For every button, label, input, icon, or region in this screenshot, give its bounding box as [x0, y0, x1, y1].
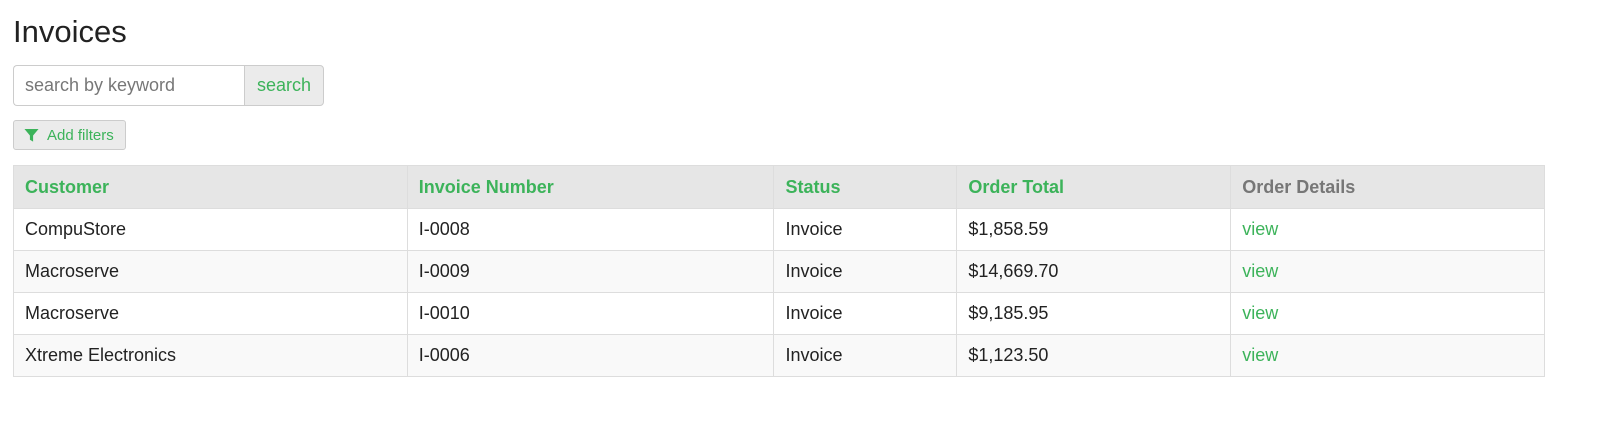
table-row: Xtreme Electronics I-0006 Invoice $1,123…	[13, 334, 1545, 377]
cell-invoice-number: I-0009	[406, 250, 775, 293]
column-header-status[interactable]: Status	[773, 165, 958, 209]
cell-status: Invoice	[773, 208, 958, 251]
search-group: search	[13, 65, 324, 106]
column-header-customer[interactable]: Customer	[13, 165, 408, 209]
cell-order-details: view	[1230, 334, 1545, 377]
cell-order-details: view	[1230, 250, 1545, 293]
view-details-link[interactable]: view	[1242, 219, 1278, 239]
table-row: CompuStore I-0008 Invoice $1,858.59 view	[13, 208, 1545, 251]
cell-order-details: view	[1230, 292, 1545, 335]
cell-invoice-number: I-0010	[406, 292, 775, 335]
search-input[interactable]	[13, 65, 244, 106]
cell-invoice-number: I-0006	[406, 334, 775, 377]
cell-order-total: $14,669.70	[956, 250, 1232, 293]
cell-customer: Macroserve	[13, 292, 408, 335]
add-filters-button[interactable]: Add filters	[13, 120, 126, 150]
invoices-page: Invoices search Add filters Customer Inv…	[0, 0, 1600, 437]
column-header-order-details: Order Details	[1230, 165, 1545, 209]
table-row: Macroserve I-0010 Invoice $9,185.95 view	[13, 292, 1545, 335]
view-details-link[interactable]: view	[1242, 303, 1278, 323]
cell-customer: Macroserve	[13, 250, 408, 293]
invoices-table: Customer Invoice Number Status Order Tot…	[13, 165, 1545, 377]
cell-customer: CompuStore	[13, 208, 408, 251]
cell-status: Invoice	[773, 292, 958, 335]
table-header-row: Customer Invoice Number Status Order Tot…	[13, 165, 1545, 209]
view-details-link[interactable]: view	[1242, 261, 1278, 281]
cell-invoice-number: I-0008	[406, 208, 775, 251]
cell-status: Invoice	[773, 250, 958, 293]
filter-icon	[24, 128, 39, 143]
cell-order-details: view	[1230, 208, 1545, 251]
page-title: Invoices	[13, 14, 127, 49]
search-button[interactable]: search	[244, 65, 324, 106]
view-details-link[interactable]: view	[1242, 345, 1278, 365]
cell-status: Invoice	[773, 334, 958, 377]
cell-order-total: $9,185.95	[956, 292, 1232, 335]
column-header-invoice-number[interactable]: Invoice Number	[406, 165, 775, 209]
table-row: Macroserve I-0009 Invoice $14,669.70 vie…	[13, 250, 1545, 293]
add-filters-label: Add filters	[47, 126, 114, 144]
cell-order-total: $1,858.59	[956, 208, 1232, 251]
column-header-order-total[interactable]: Order Total	[956, 165, 1232, 209]
cell-customer: Xtreme Electronics	[13, 334, 408, 377]
cell-order-total: $1,123.50	[956, 334, 1232, 377]
